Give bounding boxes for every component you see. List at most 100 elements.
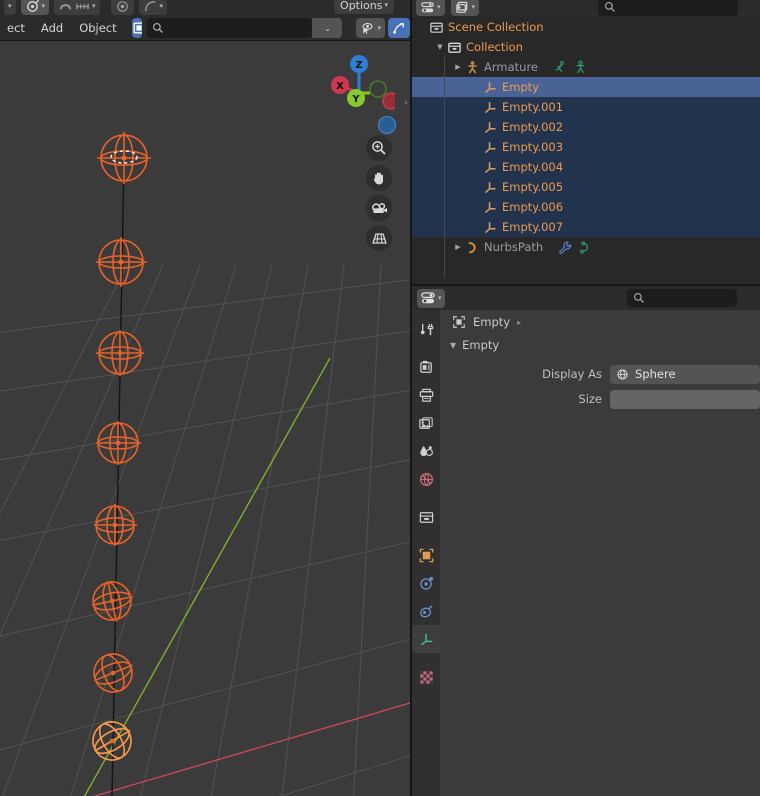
outliner-row-empty-002[interactable]: Empty.002 — [412, 117, 760, 137]
empty-axes-icon — [484, 141, 496, 153]
breadcrumb-chevron-icon: ▸ — [517, 317, 522, 327]
shading-mode-group[interactable] — [131, 18, 143, 38]
row-label: Empty.002 — [502, 120, 564, 134]
row-label: Empty.005 — [502, 180, 564, 194]
empty-data-icon — [420, 633, 432, 645]
armature-icon — [467, 60, 477, 74]
row-icon-wrap — [482, 199, 498, 215]
shading-wireframe-button[interactable] — [131, 18, 143, 38]
breadcrumb[interactable]: Empty ▸ — [440, 310, 760, 334]
tree-guide-line — [444, 57, 445, 277]
tab-tool[interactable] — [412, 315, 440, 343]
transform-orientation-dropdown[interactable]: ▾ — [4, 0, 16, 15]
search-icon — [605, 2, 615, 12]
tab-output[interactable] — [412, 381, 440, 409]
viewport-header-top[interactable]: ▾ ▾ ▾ ▾ Options ▾ — [0, 0, 410, 16]
properties-editor-type-dropdown[interactable]: ▾ — [417, 288, 445, 308]
output-icon — [419, 388, 433, 402]
tool-icon — [420, 323, 433, 335]
outliner-header[interactable]: ▾ ▾ — [412, 0, 760, 17]
camera-icon[interactable] — [366, 195, 392, 221]
tab-object-data[interactable] — [412, 625, 440, 653]
gizmo-toggle-button[interactable] — [388, 18, 410, 38]
falloff-curve-dropdown[interactable]: ▾ — [138, 0, 168, 15]
navigation-gizmo[interactable]: Z X Y — [323, 45, 400, 140]
row-label: Empty.003 — [502, 140, 564, 154]
expand-triangle-icon[interactable]: ▶ — [452, 63, 464, 71]
display-as-label: Display As — [542, 367, 602, 381]
empty-axes-icon — [484, 161, 496, 173]
size-input[interactable] — [610, 389, 760, 409]
display-as-row: Display As Sphere — [440, 364, 760, 384]
snap-dropdown[interactable]: ▾ — [20, 0, 50, 15]
outliner-row-empty-001[interactable]: Empty.001 — [412, 97, 760, 117]
outliner-search-input[interactable] — [598, 0, 738, 16]
outliner-row-empty-004[interactable]: Empty.004 — [412, 157, 760, 177]
outliner-filter-dropdown[interactable]: ▾ — [450, 0, 480, 16]
object-icon — [419, 548, 433, 562]
tab-object[interactable] — [412, 541, 440, 569]
collection-props-icon — [419, 511, 433, 523]
outliner-row-empty-007[interactable]: Empty.007 — [412, 217, 760, 237]
breadcrumb-item[interactable]: Empty — [473, 315, 510, 329]
viewport-search-dropdown[interactable]: ⌄ — [312, 18, 343, 38]
outliner-row-armature[interactable]: ▶ Armature — [412, 57, 760, 77]
outliner-row-empty-005[interactable]: Empty.005 — [412, 177, 760, 197]
outliner-row-scene-collection[interactable]: Scene Collection — [412, 17, 760, 37]
tab-constraints[interactable] — [412, 597, 440, 625]
row-extra-icons[interactable] — [552, 60, 588, 75]
search-icon — [153, 23, 164, 33]
outliner-row-collection[interactable]: ▼ Collection — [412, 37, 760, 57]
hand-icon[interactable] — [366, 165, 392, 191]
constraints-icon — [419, 604, 433, 617]
properties-search-input[interactable] — [627, 289, 737, 307]
size-row: Size — [440, 389, 760, 409]
viewport-options-dropdown[interactable]: Options ▾ — [334, 0, 394, 14]
outliner-row-nurbspath[interactable]: ▶ NurbsPath — [412, 237, 760, 257]
viewport-search-input[interactable] — [147, 18, 313, 38]
viewport-canvas[interactable]: Z X Y ‹ — [0, 40, 410, 796]
tab-render[interactable] — [412, 353, 440, 381]
tab-world[interactable] — [412, 465, 440, 493]
outliner-row-empty-003[interactable]: Empty.003 — [412, 137, 760, 157]
viewport-sidebar-toggle[interactable]: ‹ — [402, 90, 410, 116]
empty-axes-icon — [484, 221, 496, 233]
proportional-falloff-dropdown[interactable] — [110, 0, 134, 15]
grid-icon[interactable] — [366, 225, 392, 251]
outliner-display-mode-dropdown[interactable]: ▾ — [416, 0, 445, 16]
filter-icon — [455, 1, 467, 13]
menu-object[interactable]: Object — [72, 18, 123, 38]
viewport-header-bottom[interactable]: ect Add Object ⌄ ▾ — [0, 16, 410, 40]
properties-header[interactable]: ▾ — [412, 286, 760, 310]
menu-add[interactable]: Add — [34, 18, 70, 38]
tab-view-layer[interactable] — [412, 409, 440, 437]
outliner-tree[interactable]: Scene Collection ▼ Collection ▶ Armature Empt… — [412, 17, 760, 285]
row-label: Empty.001 — [502, 100, 564, 114]
3d-viewport[interactable]: Z X Y ‹ ▾ ▾ ▾ ▾ Options ▾ ect Add Object… — [0, 0, 410, 796]
sphere-icon — [617, 368, 628, 380]
row-icon-wrap — [482, 99, 498, 115]
row-extra-icons[interactable] — [557, 240, 593, 255]
tab-modifiers[interactable] — [412, 569, 440, 597]
zoom-icon[interactable] — [366, 135, 392, 161]
empty-axes-icon — [484, 121, 496, 133]
properties-editor[interactable]: ▾ Empty ▸ ▼ Empty Display As Sphere Size — [412, 286, 760, 796]
display-as-dropdown[interactable]: Sphere — [610, 364, 760, 384]
outliner-row-empty-006[interactable]: Empty.006 — [412, 197, 760, 217]
tab-scene[interactable] — [412, 437, 440, 465]
menu-select[interactable]: ect — [0, 18, 32, 38]
expand-triangle-icon[interactable]: ▶ — [452, 243, 464, 251]
outliner-row-empty[interactable]: Empty — [412, 77, 760, 97]
tab-texture[interactable] — [412, 663, 440, 691]
visibility-dropdown[interactable]: ▾ — [356, 18, 385, 38]
magnet-icon — [59, 3, 72, 9]
proportional-edit-dropdown[interactable]: ▾ — [54, 0, 100, 15]
outliner-editor[interactable]: ▾ ▾ Scene Collection ▼ Collection ▶ Armature… — [412, 0, 760, 285]
expand-triangle-icon[interactable]: ▼ — [434, 43, 446, 51]
row-label: Scene Collection — [448, 20, 544, 34]
empty-panel-header[interactable]: ▼ Empty — [440, 334, 760, 356]
properties-tab-column[interactable] — [412, 310, 440, 796]
display-as-value: Sphere — [635, 367, 676, 381]
tab-collection[interactable] — [412, 503, 440, 531]
svg-text:Y: Y — [351, 94, 360, 105]
